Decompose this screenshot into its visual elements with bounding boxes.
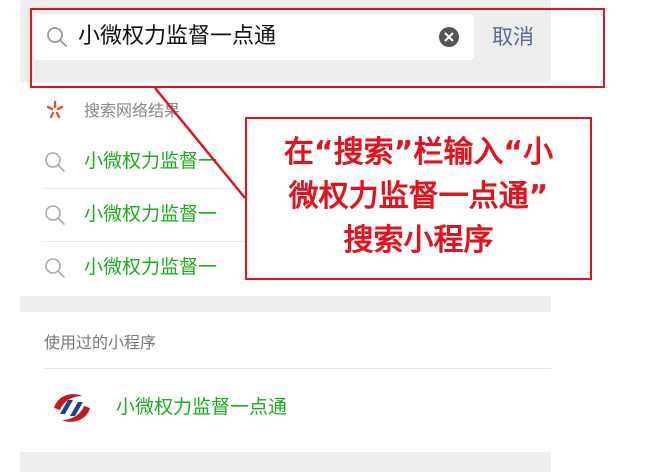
- annotation-line: 在“搜索”栏输入“小: [283, 135, 554, 170]
- annotation-line: 微权力监督一点通”: [288, 179, 549, 214]
- annotation-callout: 在“搜索”栏输入“小 微权力监督一点通” 搜索小程序: [245, 117, 592, 280]
- annotation-line: 搜索小程序: [343, 223, 494, 258]
- annotation-highlight-box: [30, 8, 605, 88]
